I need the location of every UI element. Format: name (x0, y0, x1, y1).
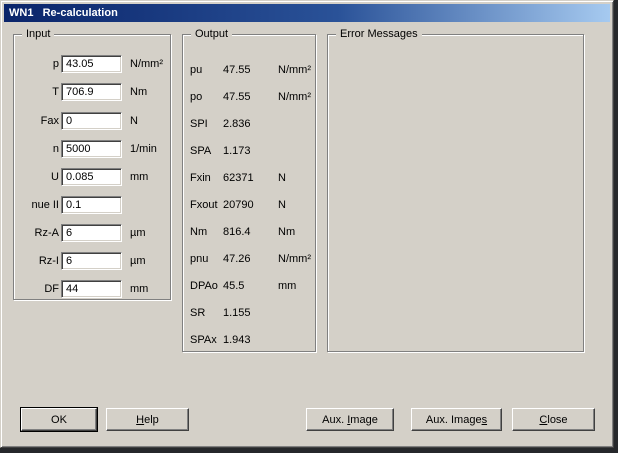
output-value-pu: 47.55 (223, 64, 251, 77)
output-groupbox: Output pu 47.55 N/mm² po 47.55 N/mm² SPI… (182, 34, 316, 352)
input-unit-rzi: µm (130, 252, 146, 270)
window-title: WN1 Re-calculation (9, 7, 118, 19)
output-value-nm: 816.4 (223, 226, 251, 239)
input-row-p: p N/mm² (14, 55, 170, 73)
output-row-pnu: pnu 47.26 N/mm² (183, 253, 315, 266)
ok-button[interactable]: OK (21, 408, 97, 431)
output-row-spax: SPAx 1.943 (183, 334, 315, 347)
output-groupbox-label: Output (191, 28, 232, 41)
input-label-rzi: Rz-I (14, 252, 59, 270)
output-label-po: po (190, 91, 202, 104)
input-row-fax: Fax N (14, 112, 170, 130)
input-field-rzi[interactable] (61, 252, 122, 270)
output-row-dpao: DPAo 45.5 mm (183, 280, 315, 293)
input-row-rza: Rz-A µm (14, 224, 170, 242)
help-button[interactable]: Help (106, 408, 189, 431)
output-label-spax: SPAx (190, 334, 217, 347)
error-messages-groupbox-label: Error Messages (336, 28, 422, 41)
input-label-rza: Rz-A (14, 224, 59, 242)
screen: WN1 Re-calculation Input p N/mm² T Nm Fa… (0, 0, 618, 453)
title-bar[interactable]: WN1 Re-calculation (4, 4, 610, 22)
output-value-spax: 1.943 (223, 334, 251, 347)
output-row-nm: Nm 816.4 Nm (183, 226, 315, 239)
input-unit-fax: N (130, 112, 138, 130)
input-row-df: DF mm (14, 280, 170, 298)
input-unit-df: mm (130, 280, 148, 298)
output-value-pnu: 47.26 (223, 253, 251, 266)
recalculation-dialog: WN1 Re-calculation Input p N/mm² T Nm Fa… (0, 0, 614, 448)
output-value-fxin: 62371 (223, 172, 254, 185)
output-value-fxout: 20790 (223, 199, 254, 212)
input-label-t: T (14, 83, 59, 101)
output-value-spi: 2.836 (223, 118, 251, 131)
aux-image-button[interactable]: Aux. Image (306, 408, 394, 431)
output-value-sr: 1.155 (223, 307, 251, 320)
output-unit-pu: N/mm² (278, 64, 311, 77)
input-row-u: U mm (14, 168, 170, 186)
output-value-spa: 1.173 (223, 145, 251, 158)
input-row-n: n 1/min (14, 140, 170, 158)
output-row-sr: SR 1.155 (183, 307, 315, 320)
output-unit-po: N/mm² (278, 91, 311, 104)
output-value-dpao: 45.5 (223, 280, 244, 293)
output-label-spa: SPA (190, 145, 211, 158)
output-label-sr: SR (190, 307, 205, 320)
input-field-t[interactable] (61, 83, 122, 101)
input-unit-u: mm (130, 168, 148, 186)
input-row-nue: nue II (14, 196, 170, 214)
output-row-pu: pu 47.55 N/mm² (183, 64, 315, 77)
output-row-fxout: Fxout 20790 N (183, 199, 315, 212)
output-label-spi: SPI (190, 118, 208, 131)
output-unit-nm: Nm (278, 226, 295, 239)
input-row-rzi: Rz-I µm (14, 252, 170, 270)
output-row-po: po 47.55 N/mm² (183, 91, 315, 104)
output-row-fxin: Fxin 62371 N (183, 172, 315, 185)
output-unit-fxin: N (278, 172, 286, 185)
output-label-nm: Nm (190, 226, 207, 239)
output-label-fxout: Fxout (190, 199, 218, 212)
aux-images-button[interactable]: Aux. Images (411, 408, 502, 431)
close-button[interactable]: Close (512, 408, 595, 431)
input-field-rza[interactable] (61, 224, 122, 242)
output-unit-dpao: mm (278, 280, 296, 293)
input-field-fax[interactable] (61, 112, 122, 130)
output-label-pnu: pnu (190, 253, 208, 266)
input-unit-t: Nm (130, 83, 147, 101)
input-groupbox: Input p N/mm² T Nm Fax N n 1/min (13, 34, 171, 300)
output-row-spi: SPI 2.836 (183, 118, 315, 131)
output-label-dpao: DPAo (190, 280, 218, 293)
output-unit-fxout: N (278, 199, 286, 212)
output-unit-pnu: N/mm² (278, 253, 311, 266)
input-field-df[interactable] (61, 280, 122, 298)
output-label-fxin: Fxin (190, 172, 211, 185)
input-field-nue[interactable] (61, 196, 122, 214)
input-label-df: DF (14, 280, 59, 298)
error-messages-groupbox: Error Messages (327, 34, 584, 352)
input-label-n: n (14, 140, 59, 158)
input-unit-rza: µm (130, 224, 146, 242)
input-label-p: p (14, 55, 59, 73)
input-unit-n: 1/min (130, 140, 157, 158)
input-label-nue: nue II (14, 196, 59, 214)
output-row-spa: SPA 1.173 (183, 145, 315, 158)
input-groupbox-label: Input (22, 28, 54, 41)
input-label-fax: Fax (14, 112, 59, 130)
output-value-po: 47.55 (223, 91, 251, 104)
input-field-n[interactable] (61, 140, 122, 158)
input-label-u: U (14, 168, 59, 186)
input-unit-p: N/mm² (130, 55, 163, 73)
input-field-u[interactable] (61, 168, 122, 186)
output-label-pu: pu (190, 64, 202, 77)
input-field-p[interactable] (61, 55, 122, 73)
input-row-t: T Nm (14, 83, 170, 101)
